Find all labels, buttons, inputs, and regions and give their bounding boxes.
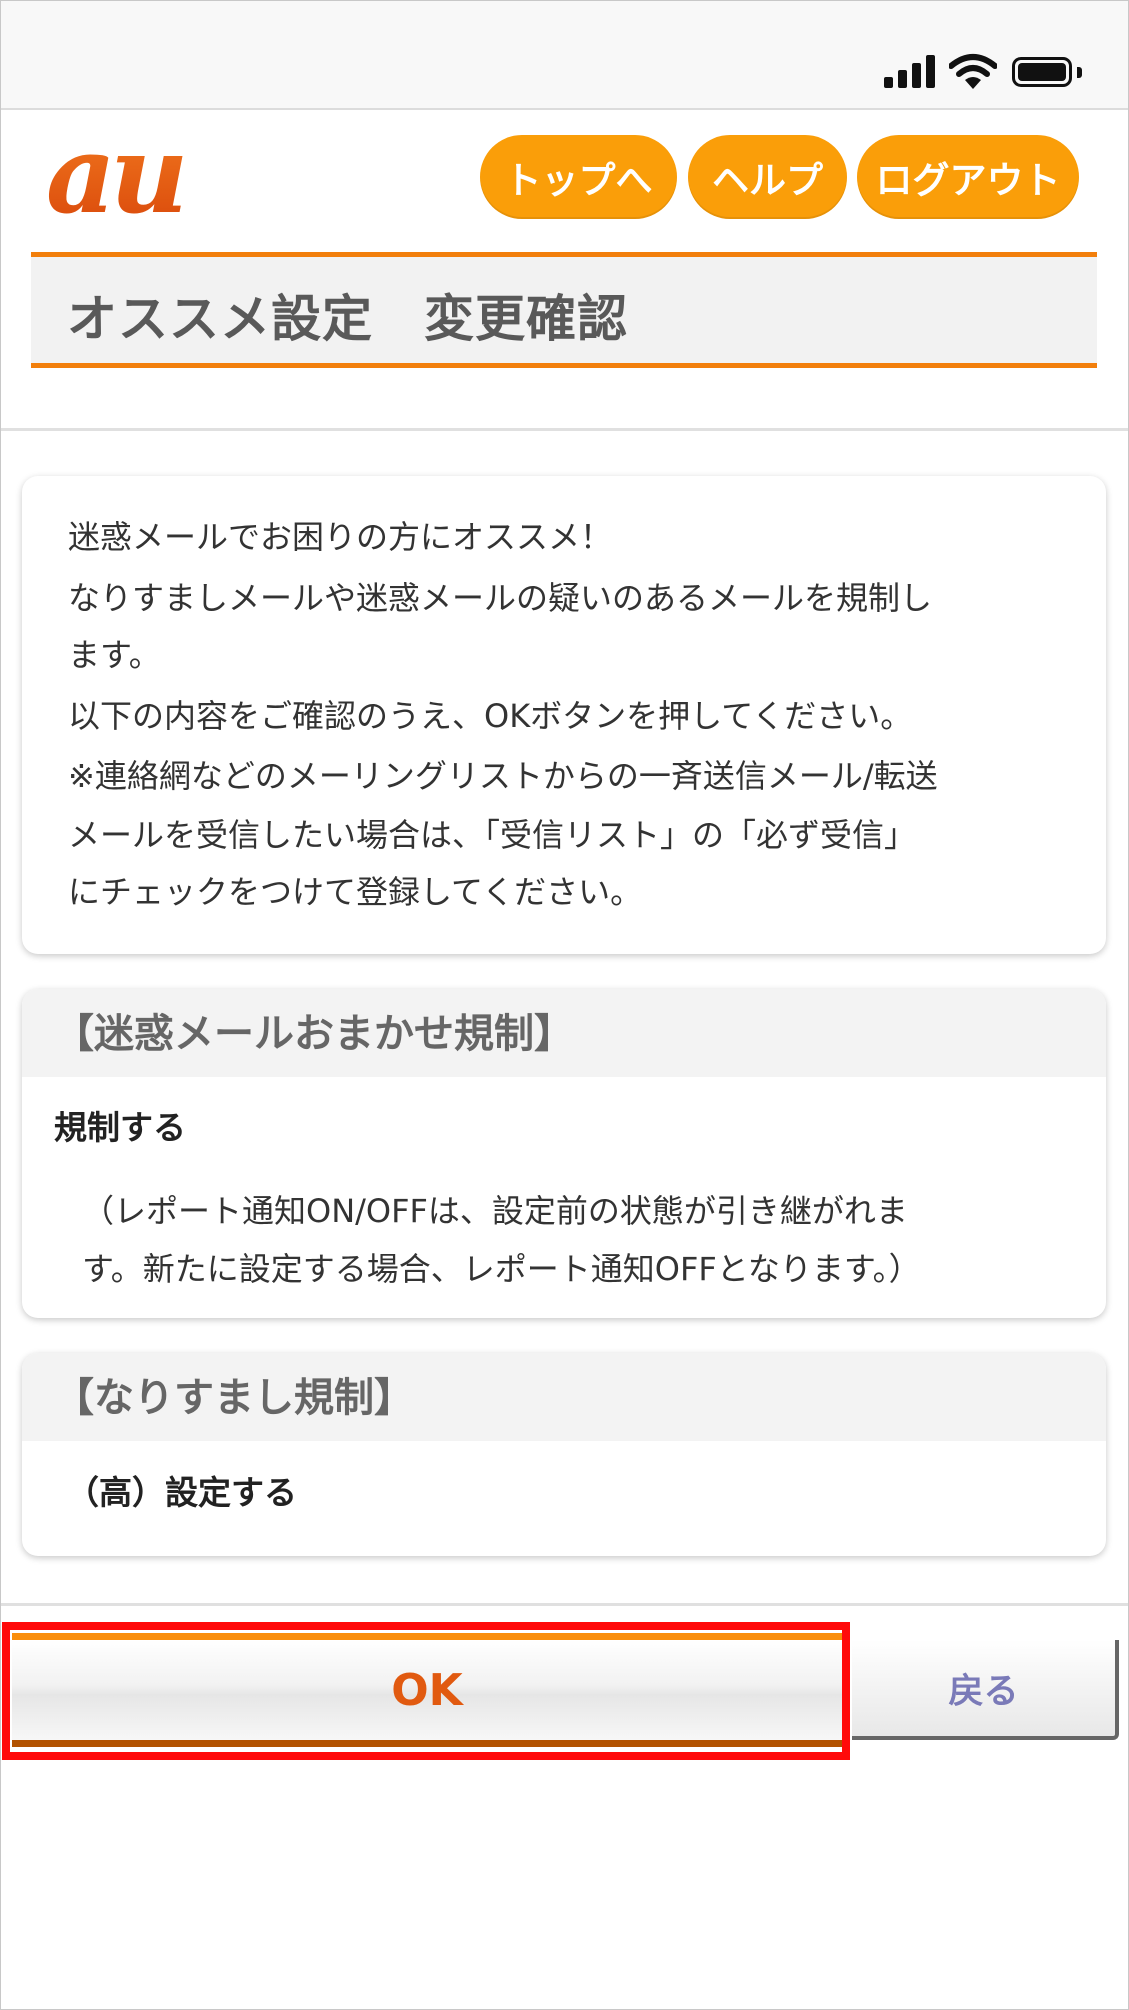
nav-logout-label: ログアウト [875, 159, 1061, 202]
spoofing-filter-card: 【なりすまし規制】 （高）設定する [22, 1353, 1106, 1556]
nav-top-label: トップへ [504, 159, 653, 202]
intro-card: 迷惑メールでお困りの方にオススメ！ なりすましメールや迷惑メールの疑いのあるメー… [22, 476, 1106, 954]
spoofing-filter-heading: 【なりすまし規制】 [54, 1375, 414, 1421]
battery-tip [1077, 67, 1082, 78]
nav-logout-button[interactable]: ログアウト [857, 135, 1079, 219]
svg-text:au: au [46, 128, 183, 228]
wifi-icon [949, 54, 997, 89]
status-bar [1, 1, 1128, 110]
spoofing-filter-header: 【なりすまし規制】 [22, 1353, 1106, 1441]
intro-line: 以下の内容をご確認のうえ、OKボタンを押してください。 [68, 697, 913, 735]
intro-line: ※連絡網などのメーリングリストからの一斉送信メール/転送 [68, 757, 938, 795]
header-divider [1, 428, 1128, 431]
page-title: オススメ設定 変更確認 [67, 290, 628, 348]
signal-icon [884, 54, 936, 88]
spam-filter-header: 【迷惑メールおまかせ規制】 [22, 989, 1106, 1077]
spam-filter-value: 規制する [54, 1108, 186, 1147]
nav-help-button[interactable]: ヘルプ [688, 135, 847, 219]
intro-line: にチェックをつけて登録してください。 [68, 873, 643, 911]
intro-line: メールを受信したい場合は、「受信リスト」の「必ず受信」 [68, 816, 917, 854]
back-label: 戻る [948, 1671, 1019, 1712]
spam-filter-note-line: （レポート通知ON/OFFは、設定前の状態が引き継がれま [82, 1192, 908, 1230]
nav-help-label: ヘルプ [712, 159, 823, 202]
bottom-divider [1, 1603, 1128, 1606]
battery-icon [1012, 57, 1072, 87]
spoofing-filter-value: （高）設定する [66, 1473, 297, 1512]
spam-filter-card: 【迷惑メールおまかせ規制】 規制する （レポート通知ON/OFFは、設定前の状態… [22, 989, 1106, 1318]
ok-highlight-box [2, 1622, 850, 1760]
page-title-bar: オススメ設定 変更確認 [31, 252, 1097, 368]
intro-line: 迷惑メールでお困りの方にオススメ！ [68, 518, 613, 556]
intro-line: なりすましメールや迷惑メールの疑いのあるメールを規制し [68, 579, 933, 617]
intro-line: ます。 [68, 636, 161, 674]
au-logo: au [46, 128, 189, 228]
spam-filter-note-line: す。新たに設定する場合、レポート通知OFFとなります。） [82, 1250, 921, 1288]
nav-top-button[interactable]: トップへ [480, 135, 677, 219]
back-button[interactable]: 戻る [852, 1640, 1119, 1740]
spam-filter-heading: 【迷惑メールおまかせ規制】 [54, 1011, 574, 1057]
